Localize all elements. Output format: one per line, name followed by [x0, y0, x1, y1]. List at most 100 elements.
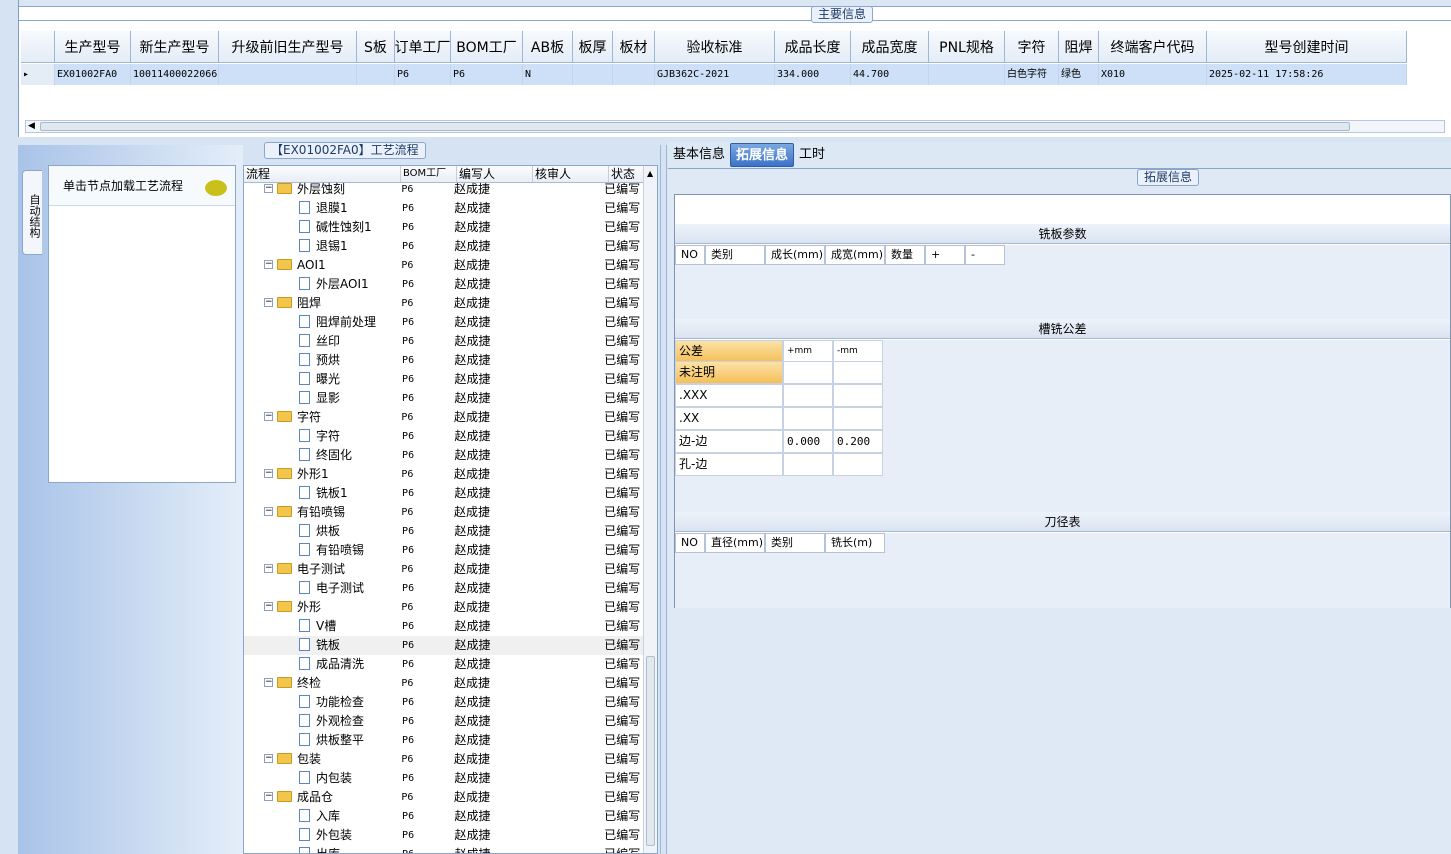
tree-node[interactable]: 铣板1 — [244, 484, 398, 503]
horizontal-scrollbar[interactable]: ◀ — [25, 120, 1445, 133]
tree-node[interactable]: − 包装 — [244, 750, 397, 769]
tree-node[interactable]: − 成品仓 — [244, 788, 397, 807]
collapse-icon[interactable]: − — [264, 469, 273, 478]
grid-corner[interactable] — [21, 31, 55, 63]
tree-node[interactable]: 有铅喷锡 — [244, 541, 398, 560]
column-header[interactable]: 订单工厂 — [395, 31, 451, 63]
main-grid-row[interactable]: ▸ EX01002FA0 10011400022066 P6 P6 N GJB362C-20… — [21, 64, 1407, 85]
row-indicator[interactable]: ▸ — [21, 64, 55, 85]
tree-node[interactable]: − 有铅喷锡 — [244, 503, 397, 522]
tree-node[interactable]: 电子测试 — [244, 579, 398, 598]
tree-row[interactable]: − 外形 P6 赵成捷 已编写 — [244, 598, 644, 617]
tree-row[interactable]: 预烘 P6 赵成捷 已编写 — [244, 351, 644, 370]
tolerance-cell[interactable]: 0.000 — [783, 430, 833, 453]
tree-node[interactable]: 字符 — [244, 427, 398, 446]
tree-row[interactable]: − AOI1 P6 赵成捷 已编写 — [244, 256, 644, 275]
tree-row[interactable]: − 终检 P6 赵成捷 已编写 — [244, 674, 644, 693]
tree-node[interactable]: 预烘 — [244, 351, 398, 370]
tree-row[interactable]: V槽 P6 赵成捷 已编写 — [244, 617, 644, 636]
tree-row[interactable]: − 有铅喷锡 P6 赵成捷 已编写 — [244, 503, 644, 522]
tree-node[interactable]: 外包装 — [244, 826, 398, 845]
tree-node[interactable]: − 字符 — [244, 408, 397, 427]
tree-node[interactable]: − 外形 — [244, 598, 397, 617]
grid-cell[interactable]: P6 — [395, 64, 451, 85]
tolerance-cell[interactable]: 边-边 — [675, 430, 783, 453]
tab-2[interactable]: 工时 — [794, 143, 830, 167]
tree-row[interactable]: − 电子测试 P6 赵成捷 已编写 — [244, 560, 644, 579]
tree-row[interactable]: 内包装 P6 赵成捷 已编写 — [244, 769, 644, 788]
tree-row[interactable]: − 成品仓 P6 赵成捷 已编写 — [244, 788, 644, 807]
tolerance-column-header[interactable]: +mm — [783, 340, 833, 363]
tree-row[interactable]: 终固化 P6 赵成捷 已编写 — [244, 446, 644, 465]
tree-node[interactable]: 铣板 — [244, 636, 398, 655]
column-header[interactable]: 字符 — [1005, 31, 1059, 63]
tree-row[interactable]: 显影 P6 赵成捷 已编写 — [244, 389, 644, 408]
grid-cell[interactable]: N — [523, 64, 573, 85]
tree-row[interactable]: 外包装 P6 赵成捷 已编写 — [244, 826, 644, 845]
tree-row[interactable]: 外层AOI1 P6 赵成捷 已编写 — [244, 275, 644, 294]
collapse-icon[interactable]: − — [264, 412, 273, 421]
tree-node[interactable]: 烘板 — [244, 522, 398, 541]
grid-cell[interactable]: 44.700 — [851, 64, 929, 85]
tree-node[interactable]: − AOI1 — [244, 256, 397, 275]
scroll-thumb-vertical[interactable] — [646, 656, 655, 846]
tolerance-cell[interactable]: 孔-边 — [675, 453, 783, 476]
grid-cell[interactable]: 2025-02-11 17:58:26 — [1207, 64, 1407, 85]
tolerance-cell[interactable]: .XX — [675, 407, 783, 430]
tolerance-column-header[interactable]: 公差 — [675, 340, 783, 363]
grid-cell[interactable]: X010 — [1099, 64, 1207, 85]
tolerance-cell[interactable] — [833, 361, 883, 384]
grid-cell[interactable] — [357, 64, 395, 85]
tree-row[interactable]: − 外形1 P6 赵成捷 已编写 — [244, 465, 644, 484]
column-header[interactable]: 板材 — [613, 31, 655, 63]
tree-node[interactable]: − 外层蚀刻 — [244, 180, 397, 199]
tab-0[interactable]: 基本信息 — [668, 143, 730, 167]
tree-node[interactable]: 丝印 — [244, 332, 398, 351]
column-header[interactable]: 成品宽度 — [851, 31, 929, 63]
collapse-icon[interactable]: − — [264, 792, 273, 801]
tree-row[interactable]: 入库 P6 赵成捷 已编写 — [244, 807, 644, 826]
tree-row[interactable]: 阻焊前处理 P6 赵成捷 已编写 — [244, 313, 644, 332]
tree-node[interactable]: 显影 — [244, 389, 398, 408]
tree-row[interactable]: 出库 P6赵成捷 已编写 — [244, 845, 644, 853]
tree-node[interactable]: 退锡1 — [244, 237, 398, 256]
tree-node[interactable]: 烘板整平 — [244, 731, 398, 750]
grid-cell[interactable] — [219, 64, 357, 85]
tool-column-header[interactable]: NO — [675, 533, 705, 553]
tool-column-header[interactable]: 直径(mm) — [705, 533, 765, 553]
milling-column-header[interactable]: 成长(mm) — [765, 245, 825, 265]
tolerance-cell[interactable] — [833, 384, 883, 407]
tree-node[interactable]: 出库 — [244, 845, 398, 853]
milling-column-header[interactable]: NO — [675, 245, 705, 265]
tolerance-cell[interactable]: 未注明 — [675, 361, 783, 384]
tree-row[interactable]: 曝光 P6 赵成捷 已编写 — [244, 370, 644, 389]
tree-row[interactable]: 成品清洗 P6 赵成捷 已编写 — [244, 655, 644, 674]
collapse-icon[interactable]: − — [264, 564, 273, 573]
tree-row[interactable]: 退锡1 P6 赵成捷 已编写 — [244, 237, 644, 256]
tree-row[interactable]: 烘板 P6 赵成捷 已编写 — [244, 522, 644, 541]
tree-node[interactable]: − 外形1 — [244, 465, 397, 484]
tree-row[interactable]: − 字符 P6 赵成捷 已编写 — [244, 408, 644, 427]
tolerance-cell[interactable] — [833, 453, 883, 476]
collapse-icon[interactable]: − — [264, 678, 273, 687]
tolerance-cell[interactable] — [783, 407, 833, 430]
milling-column-header[interactable]: 成宽(mm) — [825, 245, 885, 265]
tree-row[interactable]: 外观检查 P6 赵成捷 已编写 — [244, 712, 644, 731]
column-header[interactable]: 板厚 — [573, 31, 613, 63]
milling-column-header[interactable]: - — [965, 245, 1005, 265]
tree-node[interactable]: 终固化 — [244, 446, 398, 465]
tree-node[interactable]: − 终检 — [244, 674, 397, 693]
collapse-icon[interactable]: − — [264, 754, 273, 763]
grid-cell[interactable]: P6 — [451, 64, 523, 85]
column-header[interactable]: AB板 — [523, 31, 573, 63]
tree-row[interactable]: 功能检查 P6 赵成捷 已编写 — [244, 693, 644, 712]
splitter[interactable] — [660, 145, 667, 854]
side-tab[interactable]: 自动结构 — [22, 170, 42, 255]
scroll-thumb[interactable] — [40, 122, 1350, 131]
column-header[interactable]: 生产型号 — [55, 31, 131, 63]
tree-row[interactable]: 铣板 P6 赵成捷 已编写 — [244, 636, 644, 655]
column-header[interactable]: BOM工厂 — [451, 31, 523, 63]
tree-node[interactable]: − 阻焊 — [244, 294, 397, 313]
tree-node[interactable]: 内包装 — [244, 769, 398, 788]
tree-row[interactable]: − 包装 P6 赵成捷 已编写 — [244, 750, 644, 769]
